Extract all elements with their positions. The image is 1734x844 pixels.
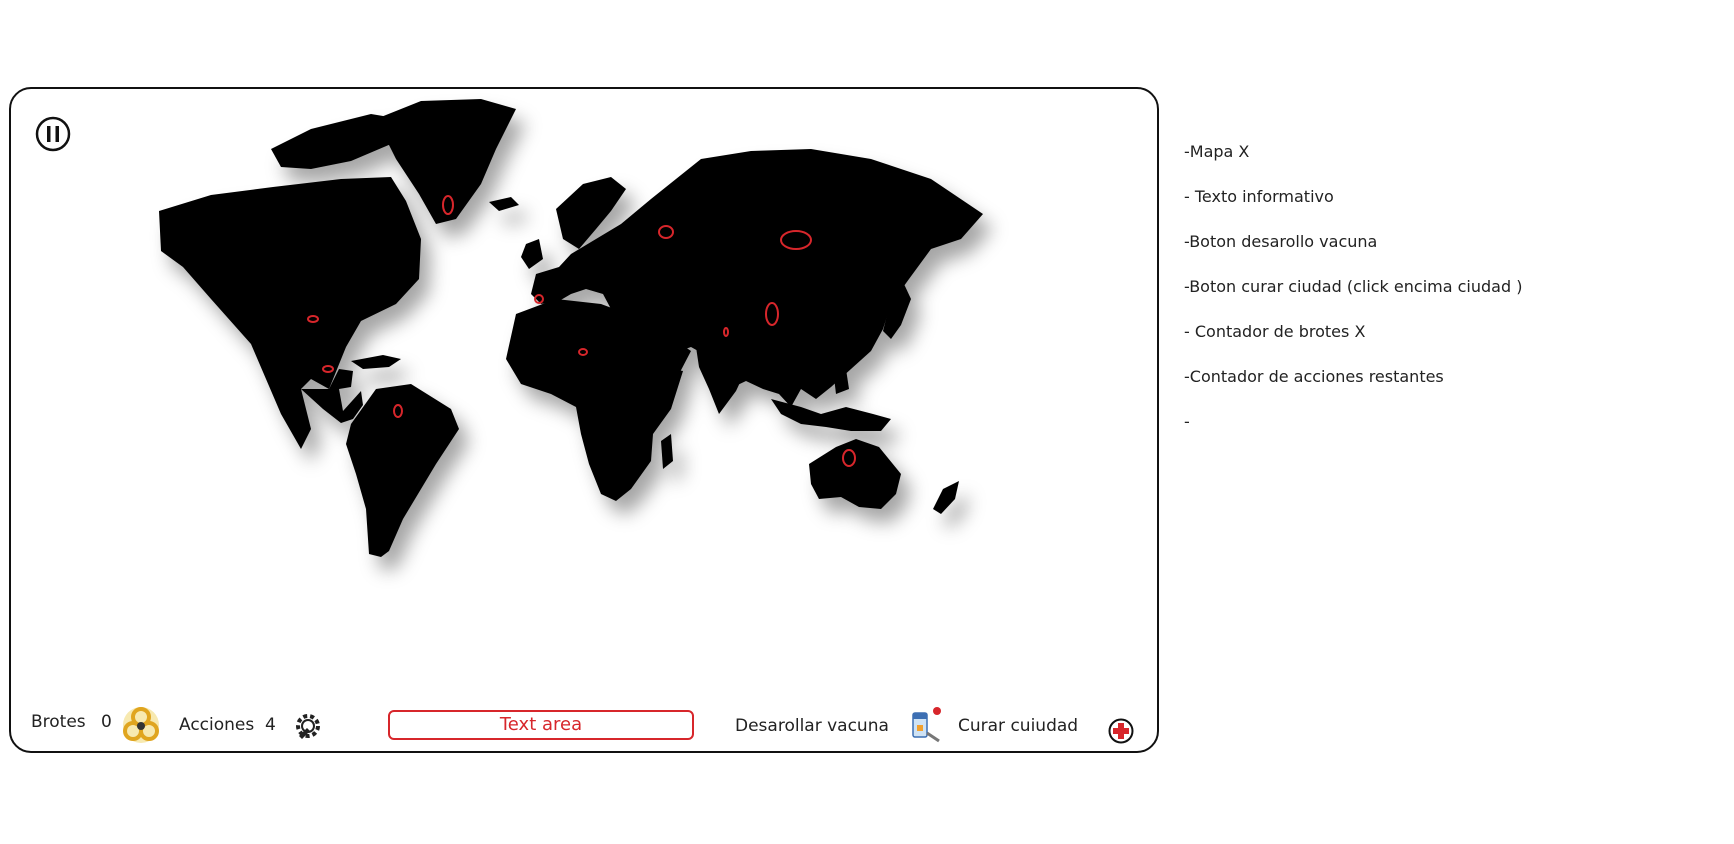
cure-city-label: Curar cuiudad <box>958 716 1079 736</box>
caribbean-islands <box>351 355 401 369</box>
outbreaks-label: Brotes <box>31 712 86 732</box>
world-map[interactable] <box>11 89 1159 699</box>
continents <box>159 99 983 557</box>
game-board: Brotes 0 Acciones 4 Text area Desarollar… <box>9 87 1159 753</box>
note-item: -Mapa X <box>1184 142 1250 161</box>
note-item: - Texto informativo <box>1184 187 1334 206</box>
actions-counter: 4 <box>265 715 276 735</box>
biohazard-icon <box>123 707 159 743</box>
note-item: -Boton desarollo vacuna <box>1184 232 1378 251</box>
pause-icon <box>35 116 71 152</box>
settings-wrench-icon <box>296 714 320 739</box>
note-item: -Contador de acciones restantes <box>1184 367 1444 386</box>
notes-list: -Mapa X - Texto informativo -Boton desar… <box>1184 140 1522 455</box>
note-item: - Contador de brotes X <box>1184 322 1366 341</box>
madagascar <box>661 434 673 469</box>
note-item: -Boton curar ciudad (click encima ciudad… <box>1184 277 1523 296</box>
british-isles <box>521 239 543 269</box>
australia-landmass <box>809 439 901 509</box>
red-cross-icon[interactable] <box>1108 718 1134 744</box>
status-bar: Brotes 0 Acciones 4 Text area Desarollar… <box>11 691 1157 751</box>
new-zealand <box>933 481 959 514</box>
note-item: - <box>1184 412 1190 431</box>
pause-button[interactable] <box>35 116 71 152</box>
actions-label: Acciones <box>179 715 255 735</box>
info-text-area[interactable]: Text area <box>388 710 694 740</box>
develop-vaccine-label: Desarollar vacuna <box>735 716 889 736</box>
outbreaks-counter: 0 <box>101 712 112 732</box>
vaccine-vial-icon[interactable] <box>909 703 945 743</box>
iceland <box>489 197 519 211</box>
